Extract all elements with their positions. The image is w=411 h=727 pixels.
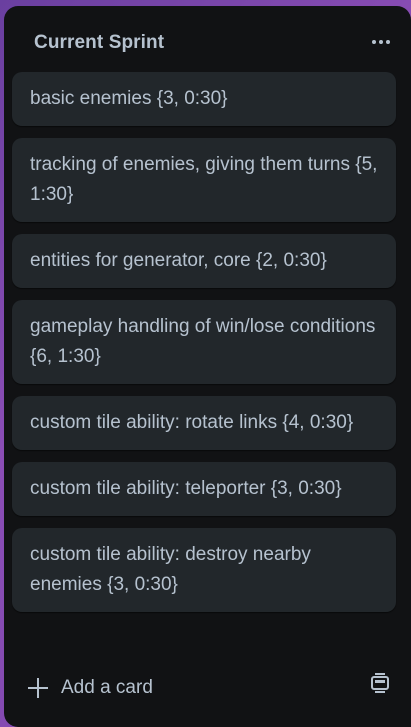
- card[interactable]: basic enemies {3, 0:30}: [12, 72, 396, 126]
- card-template-icon: [371, 673, 389, 693]
- list-menu-button[interactable]: [367, 28, 395, 56]
- card[interactable]: gameplay handling of win/lose conditions…: [12, 300, 396, 384]
- card[interactable]: entities for generator, core {2, 0:30}: [12, 234, 396, 288]
- more-horizontal-icon: [372, 40, 376, 44]
- add-card-label: Add a card: [61, 677, 153, 698]
- card[interactable]: tracking of enemies, giving them turns {…: [12, 138, 396, 222]
- plus-icon: [28, 678, 48, 698]
- card-list: basic enemies {3, 0:30} tracking of enem…: [12, 72, 396, 624]
- list-header: Current Sprint: [4, 6, 411, 76]
- card[interactable]: custom tile ability: teleporter {3, 0:30…: [12, 462, 396, 516]
- card[interactable]: custom tile ability: destroy nearby enem…: [12, 528, 396, 612]
- add-card-button[interactable]: Add a card: [12, 666, 352, 710]
- create-from-template-button[interactable]: [365, 668, 395, 698]
- more-horizontal-icon: [386, 40, 390, 44]
- list-title[interactable]: Current Sprint: [34, 32, 164, 54]
- more-horizontal-icon: [379, 40, 383, 44]
- card[interactable]: custom tile ability: rotate links {4, 0:…: [12, 396, 396, 450]
